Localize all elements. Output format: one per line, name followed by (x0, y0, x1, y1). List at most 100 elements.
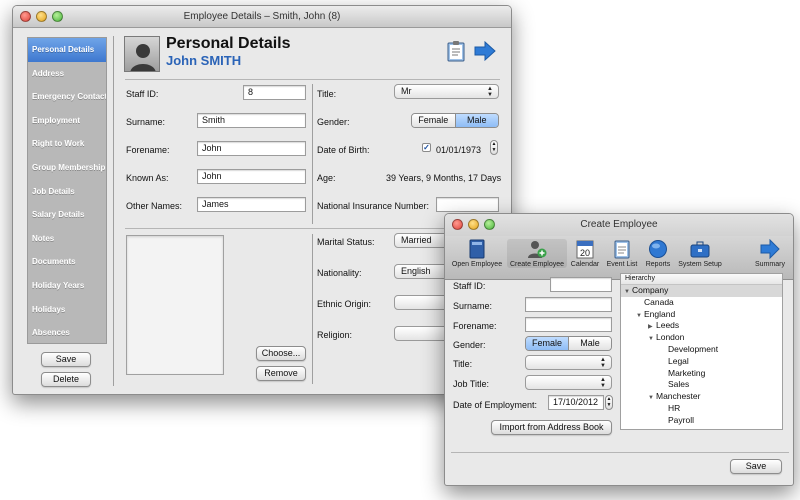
choose-photo-button[interactable]: Choose... (256, 346, 306, 361)
create-forename-field[interactable] (525, 317, 612, 332)
tree-row-label: England (644, 308, 676, 319)
sidebar-item-personal-details[interactable]: Personal Details (28, 38, 106, 62)
dob-value[interactable]: 01/01/1973 (436, 145, 481, 155)
minimize-button[interactable] (36, 11, 47, 22)
section-sidebar: Personal Details Address Emergency Conta… (27, 37, 107, 344)
other-names-field[interactable]: James (197, 197, 306, 212)
disclosure-open-icon[interactable]: ▼ (648, 393, 656, 405)
tree-row-development[interactable]: Development (621, 344, 782, 356)
toolbar-system-setup-label: System Setup (678, 261, 722, 268)
import-address-book-button[interactable]: Import from Address Book (491, 420, 612, 435)
delete-button[interactable]: Delete (41, 372, 91, 387)
create-surname-field[interactable] (525, 297, 612, 312)
create-surname-label: Surname: (453, 301, 493, 311)
sidebar-item-emergency-contacts[interactable]: Emergency Contacts (28, 85, 106, 109)
create-close-button[interactable] (452, 219, 463, 230)
marital-status-value: Married (401, 235, 432, 245)
calendar-day: 20 (580, 248, 590, 258)
create-forename-label: Forename: (453, 321, 497, 331)
toolbar-summary[interactable]: Summary (751, 238, 789, 268)
sidebar-item-right-to-work[interactable]: Right to Work (28, 132, 106, 156)
main-titlebar[interactable]: Employee Details – Smith, John (8) (13, 6, 511, 28)
photo-well[interactable] (126, 235, 224, 375)
religion-label: Religion: (317, 330, 353, 340)
title-select[interactable]: Mr ▲ ▼ (394, 84, 499, 99)
hierarchy-tree[interactable]: Hierarchy ▼ Company Canada ▼ England ▶ Leed… (620, 273, 783, 430)
create-zoom-button[interactable] (484, 219, 495, 230)
toolbar-calendar[interactable]: 20 Calendar (568, 239, 602, 268)
gender-segmented-control: Female Male (411, 113, 499, 128)
ni-field[interactable] (436, 197, 499, 212)
tree-row-sales[interactable]: Sales (621, 379, 782, 391)
sidebar-item-notes[interactable]: Notes (28, 227, 106, 251)
create-staff-id-field[interactable] (550, 277, 612, 292)
toolbar-event-list-label: Event List (606, 261, 638, 268)
close-button[interactable] (20, 11, 31, 22)
sidebar-item-employment[interactable]: Employment (28, 109, 106, 133)
create-title-select[interactable]: ▲ ▼ (525, 355, 612, 370)
staff-id-field[interactable]: 8 (243, 85, 306, 100)
surname-label: Surname: (126, 117, 166, 127)
create-gender-female-option[interactable]: Female (526, 337, 568, 350)
create-minimize-button[interactable] (468, 219, 479, 230)
updown-arrows-icon: ▲ ▼ (487, 86, 493, 98)
tree-row-label: Leeds (656, 320, 680, 331)
dob-stepper[interactable]: ▲ ▼ (490, 140, 498, 155)
remove-photo-button[interactable]: Remove (256, 366, 306, 381)
toolbar-create-employee[interactable]: Create Employee (507, 239, 567, 268)
gender-female-option[interactable]: Female (412, 114, 455, 127)
toolbar-system-setup[interactable]: System Setup (675, 239, 725, 268)
toolbar-reports[interactable]: Reports (642, 239, 674, 268)
arrow-right-icon[interactable] (474, 40, 496, 62)
dob-checkbox[interactable]: ✓ (422, 143, 431, 152)
title-label: Title: (317, 89, 337, 99)
footer-divider (451, 452, 789, 453)
other-names-label: Other Names: (126, 201, 183, 211)
ethnic-origin-label: Ethnic Origin: (317, 299, 372, 309)
tree-row-label: Canada (644, 296, 674, 307)
surname-field[interactable]: Smith (197, 113, 306, 128)
sidebar-item-salary-details[interactable]: Salary Details (28, 203, 106, 227)
sidebar-item-address[interactable]: Address (28, 62, 106, 86)
tree-row-england[interactable]: ▼ England (621, 309, 782, 321)
create-save-button[interactable]: Save (730, 459, 782, 474)
disclosure-open-icon[interactable]: ▼ (624, 287, 632, 299)
toolbar-open-employee-label: Open Employee (451, 261, 503, 268)
create-titlebar[interactable]: Create Employee (445, 214, 793, 236)
add-person-icon (527, 239, 547, 259)
tree-row-manchester[interactable]: ▼ Manchester (621, 391, 782, 403)
clipboard-icon[interactable] (447, 40, 465, 62)
tree-row-canada[interactable]: Canada (621, 297, 782, 309)
sidebar-item-holidays[interactable]: Holidays (28, 298, 106, 322)
create-date-stepper[interactable]: ▲ ▼ (605, 395, 613, 410)
tree-row-hr[interactable]: HR (621, 403, 782, 415)
tree-row-leeds[interactable]: ▶ Leeds (621, 320, 782, 332)
tree-row-payroll[interactable]: Payroll (621, 415, 782, 427)
ni-label: National Insurance Number: (317, 201, 430, 211)
tree-row-london[interactable]: ▼ London (621, 332, 782, 344)
sidebar-item-documents[interactable]: Documents (28, 250, 106, 274)
tree-row-label: London (656, 332, 685, 343)
sidebar-item-job-details[interactable]: Job Details (28, 180, 106, 204)
sidebar-item-absences[interactable]: Absences (28, 321, 106, 345)
create-date-employment-field[interactable]: 17/10/2012 (548, 395, 604, 410)
tree-row-company[interactable]: ▼ Company (621, 285, 782, 297)
create-window-title: Create Employee (580, 219, 658, 230)
tree-row-marketing[interactable]: Marketing (621, 368, 782, 380)
toolbar-create-employee-label: Create Employee (509, 261, 565, 268)
disclosure-open-icon[interactable]: ▼ (648, 334, 656, 346)
tree-row-legal[interactable]: Legal (621, 356, 782, 368)
known-as-field[interactable]: John (197, 169, 306, 184)
create-job-title-select[interactable]: ▲ ▼ (525, 375, 612, 390)
create-gender-male-option[interactable]: Male (568, 337, 611, 350)
sidebar-item-group-membership[interactable]: Group Membership (28, 156, 106, 180)
toolbar-event-list[interactable]: Event List (604, 239, 640, 268)
gender-male-option[interactable]: Male (454, 114, 498, 127)
forename-field[interactable]: John (197, 141, 306, 156)
save-button[interactable]: Save (41, 352, 91, 367)
zoom-button[interactable] (52, 11, 63, 22)
sidebar-item-holiday-years[interactable]: Holiday Years (28, 274, 106, 298)
toolbar-open-employee[interactable]: Open Employee (448, 239, 506, 268)
tree-row-label: HR (668, 402, 681, 413)
disclosure-open-icon[interactable]: ▼ (636, 311, 644, 323)
